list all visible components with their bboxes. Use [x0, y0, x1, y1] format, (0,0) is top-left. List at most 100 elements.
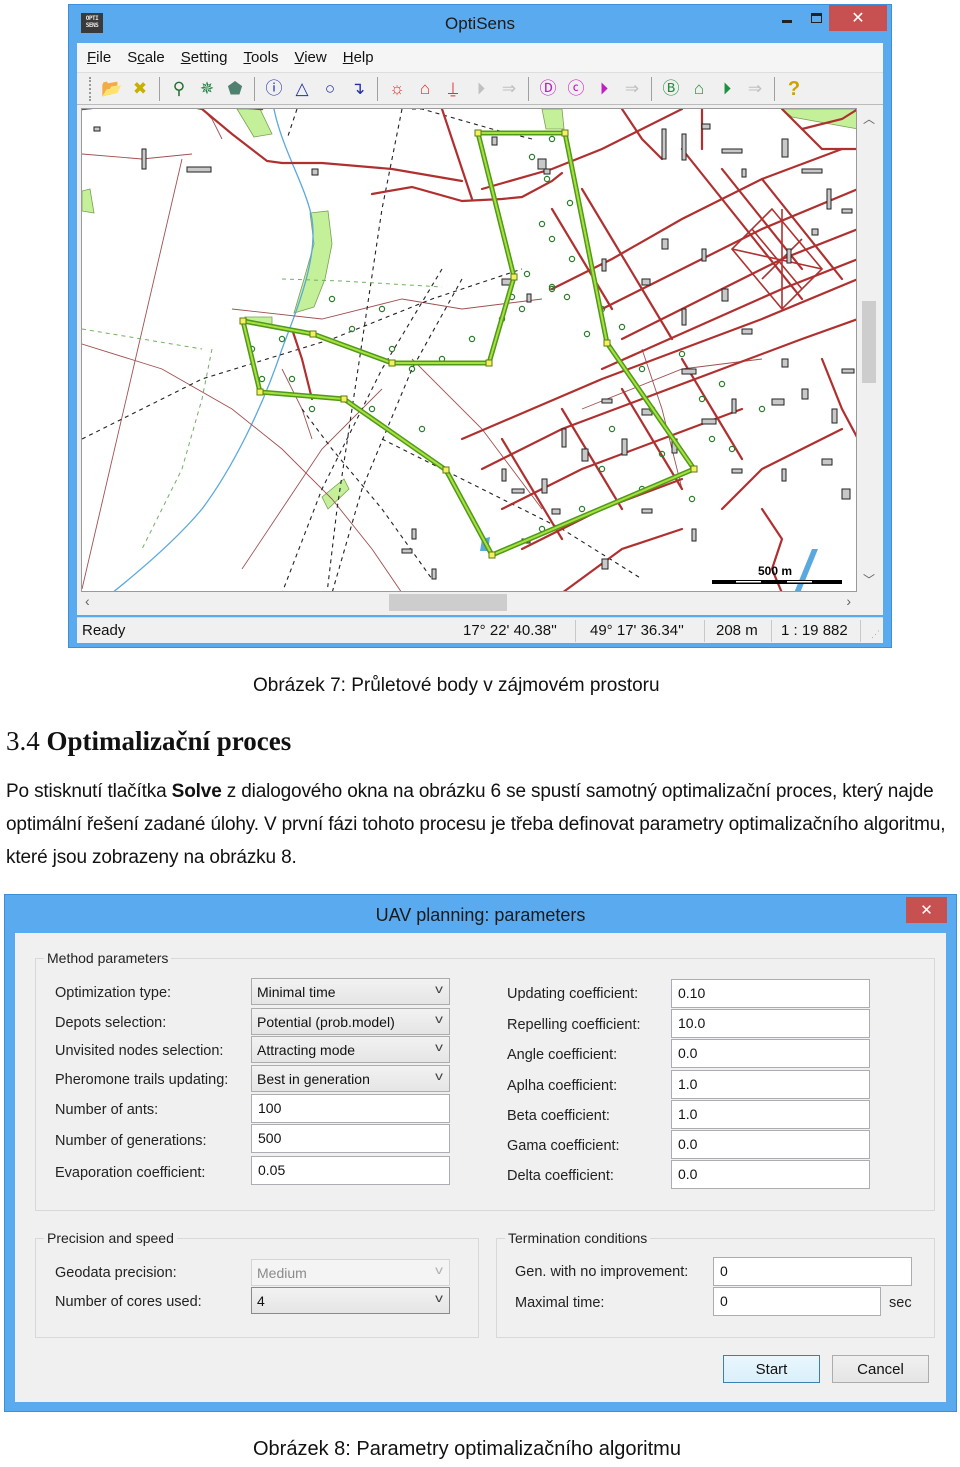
gen-no-improvement-input[interactable]: 0 — [713, 1257, 912, 1286]
window-title: OptiSens — [445, 14, 515, 33]
pheromone-trails-updating-select[interactable]: Best in generation v — [251, 1065, 450, 1092]
building — [681, 133, 687, 161]
triangle-icon: △ — [295, 79, 309, 98]
help-button[interactable]: ? — [780, 76, 808, 102]
gama-coefficient-input[interactable]: 0.0 — [671, 1130, 870, 1159]
evaporation-coefficient-input[interactable]: 0.05 — [251, 1156, 450, 1185]
number-of-ants-input[interactable]: 100 — [251, 1094, 450, 1123]
waypoint-marker[interactable] — [510, 273, 518, 281]
menu-setting[interactable]: Setting — [181, 49, 228, 66]
building — [641, 508, 653, 514]
sun-button[interactable]: ☼ — [383, 76, 411, 102]
scroll-left-icon[interactable]: ‹ — [85, 593, 90, 609]
info-button[interactable]: ⓘ — [260, 76, 288, 102]
scroll-right-icon[interactable]: › — [846, 593, 851, 609]
maximal-time-input[interactable]: 0 — [713, 1287, 881, 1316]
start-button[interactable]: Start — [723, 1355, 820, 1383]
d-magenta-button[interactable]: Ⓓ — [534, 76, 562, 102]
waypoint-marker[interactable] — [340, 395, 348, 403]
close-button[interactable]: ✕ — [829, 5, 887, 31]
waypoint-marker[interactable] — [309, 330, 317, 338]
building — [841, 208, 853, 214]
layers-dropdown-button[interactable]: ✵ — [193, 76, 221, 102]
arrow-disabled-button[interactable]: ⇒ — [741, 76, 769, 102]
menu-view[interactable]: View — [294, 49, 326, 66]
cores-used-select[interactable]: 4 v — [251, 1287, 450, 1314]
building — [741, 168, 747, 178]
waypoint-marker[interactable] — [488, 551, 496, 559]
unvisited-nodes-selection-select[interactable]: Attracting mode v — [251, 1036, 450, 1063]
maximize-button[interactable] — [801, 5, 831, 31]
building — [411, 528, 417, 540]
menu-help[interactable]: Help — [343, 49, 374, 66]
horizontal-scrollbar[interactable]: ‹ › — [81, 592, 857, 612]
polygon-red-button[interactable]: ⌂ — [411, 76, 439, 102]
waypoint-marker[interactable] — [442, 466, 450, 474]
waypoint-marker[interactable] — [690, 465, 698, 473]
map-canvas[interactable]: 500 m — [81, 108, 857, 592]
optimization-type-label: Optimization type: — [55, 985, 172, 1001]
menu-file[interactable]: File — [87, 49, 111, 66]
waypoint-marker[interactable] — [603, 339, 611, 347]
waypoint-marker[interactable] — [388, 359, 396, 367]
route-line — [240, 130, 697, 558]
beta-coefficient-input[interactable]: 1.0 — [671, 1100, 870, 1129]
select-value: Medium — [257, 1265, 307, 1281]
building — [93, 126, 101, 132]
delta-coefficient-input[interactable]: 0.0 — [671, 1160, 870, 1189]
depots-selection-select[interactable]: Potential (prob.model) v — [251, 1008, 450, 1035]
group-title: Termination conditions — [505, 1230, 651, 1246]
cores-used-label: Number of cores used: — [55, 1294, 202, 1310]
step-green-button[interactable]: ⏵ — [713, 76, 741, 102]
close-x-button[interactable]: ✖ — [126, 76, 154, 102]
horizontal-scroll-thumb[interactable] — [389, 594, 507, 611]
menu-tools[interactable]: Tools — [243, 49, 278, 66]
dialog-close-button[interactable]: ✕ — [906, 897, 947, 923]
river — [113, 109, 314, 591]
route-button[interactable]: ↴ — [344, 76, 372, 102]
building — [621, 438, 628, 456]
depot-red-button[interactable]: ⍊ — [439, 76, 467, 102]
circle-button[interactable]: ○ — [316, 76, 344, 102]
select-value: Potential (prob.model) — [257, 1014, 395, 1030]
triangle-button[interactable]: △ — [288, 76, 316, 102]
cancel-button[interactable]: Cancel — [832, 1355, 929, 1383]
aplha-coefficient-input[interactable]: 1.0 — [671, 1070, 870, 1099]
waypoint-marker[interactable] — [256, 388, 264, 396]
waypoint-marker[interactable] — [239, 317, 247, 325]
close-icon: ✕ — [851, 10, 865, 27]
building — [701, 248, 707, 262]
interest-point — [288, 375, 296, 383]
b-green-button[interactable]: Ⓑ — [657, 76, 685, 102]
optimization-type-select[interactable]: Minimal time v — [251, 978, 450, 1005]
waypoint-marker[interactable] — [561, 129, 569, 137]
area-dropdown-button[interactable]: ⬟ — [221, 76, 249, 102]
c-magenta-button[interactable]: ⓒ — [562, 76, 590, 102]
building — [537, 158, 547, 170]
toolbar-separator — [528, 76, 529, 101]
title-bar[interactable]: OPTI SENS OptiSens ✕ — [69, 5, 891, 41]
toolbar-grip[interactable] — [89, 76, 92, 101]
scroll-up-icon[interactable]: ︿ — [859, 110, 879, 127]
polygon-green-button[interactable]: ⌂ — [685, 76, 713, 102]
building — [541, 478, 548, 494]
arrow-disabled-button[interactable]: ⇒ — [618, 76, 646, 102]
waypoint-marker[interactable] — [485, 359, 493, 367]
updating-coefficient-input[interactable]: 0.10 — [671, 979, 870, 1008]
angle-coefficient-input[interactable]: 0.0 — [671, 1039, 870, 1068]
step-disabled-button[interactable]: ⏵ — [467, 76, 495, 102]
repelling-coefficient-input[interactable]: 10.0 — [671, 1009, 870, 1038]
zoom-dropdown-button[interactable]: ⚲ — [165, 76, 193, 102]
step-magenta-button[interactable]: ⏵ — [590, 76, 618, 102]
number-of-generations-input[interactable]: 500 — [251, 1124, 450, 1153]
waypoint-marker[interactable] — [474, 129, 482, 137]
open-folder-button[interactable]: 📂 — [98, 76, 126, 102]
arrow-disabled-button[interactable]: ⇒ — [495, 76, 523, 102]
vertical-scroll-thumb[interactable] — [862, 301, 876, 383]
resize-grip-icon[interactable]: ⋰ — [871, 629, 880, 640]
menu-scale[interactable]: Scale — [127, 49, 165, 66]
vertical-scrollbar[interactable]: ︿ ﹀ — [859, 108, 879, 592]
interest-point — [388, 345, 396, 353]
minimize-button[interactable] — [773, 5, 801, 31]
scroll-down-icon[interactable]: ﹀ — [859, 571, 879, 588]
